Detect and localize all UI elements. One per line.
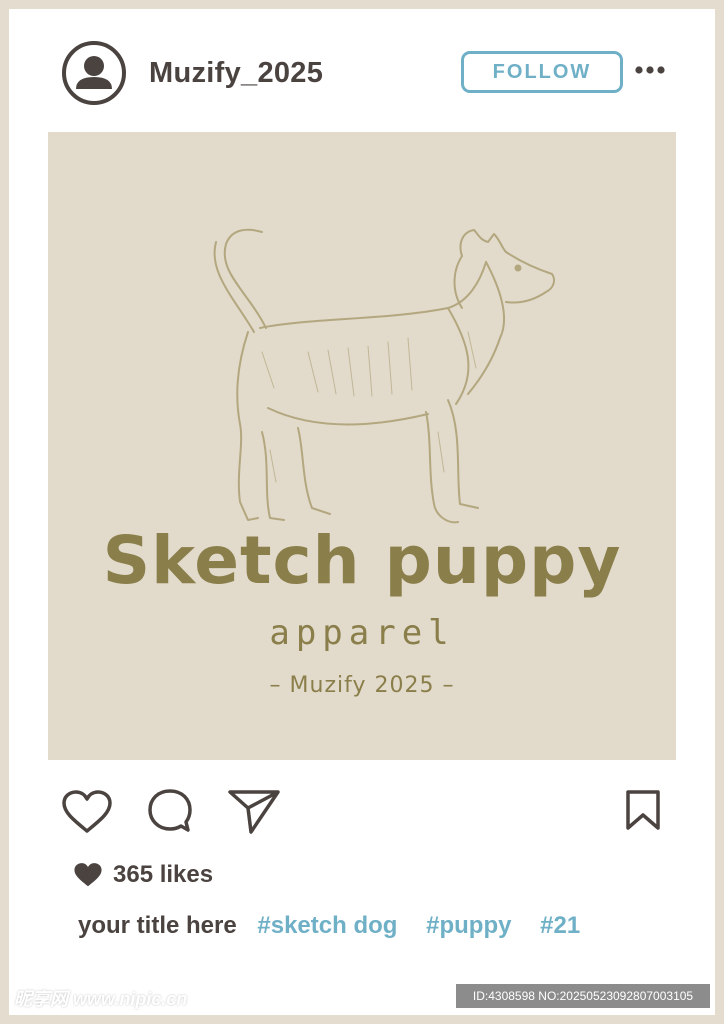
post-image[interactable]: Sketch puppy apparel – Muzify 2025 – (48, 132, 676, 760)
id-watermark: ID:4308598 NO:20250523092807003105 (456, 984, 710, 1008)
more-options-icon[interactable] (635, 63, 665, 77)
username[interactable]: Muzify_2025 (149, 57, 323, 90)
likes-row: 365 likes (73, 861, 213, 889)
hashtag[interactable]: #sketch dog (257, 912, 397, 939)
comment-icon[interactable] (146, 787, 194, 835)
caption: your title here #sketch dog #puppy #21 (78, 912, 602, 940)
likes-count[interactable]: 365 likes (113, 861, 213, 889)
user-icon (62, 41, 126, 105)
post-card: Muzify_2025 FOLLOW Sketch puppy apparel … (9, 9, 715, 1015)
heart-icon[interactable] (61, 789, 113, 835)
filled-heart-icon (74, 863, 102, 887)
share-icon[interactable] (227, 788, 281, 836)
avatar[interactable] (61, 40, 127, 106)
follow-button[interactable]: FOLLOW (461, 51, 623, 93)
hashtag[interactable]: #21 (540, 912, 580, 939)
bookmark-icon[interactable] (624, 789, 662, 831)
site-watermark: 昵享网 www.nipic.cn (14, 989, 188, 1009)
dog-sketch-illustration (213, 228, 555, 524)
brand-credit: – Muzify 2025 – (269, 673, 455, 698)
brand-subtitle: apparel (269, 613, 455, 653)
caption-title: your title here (78, 912, 237, 939)
brand-title: Sketch puppy (102, 522, 622, 599)
hashtag[interactable]: #puppy (426, 912, 511, 939)
